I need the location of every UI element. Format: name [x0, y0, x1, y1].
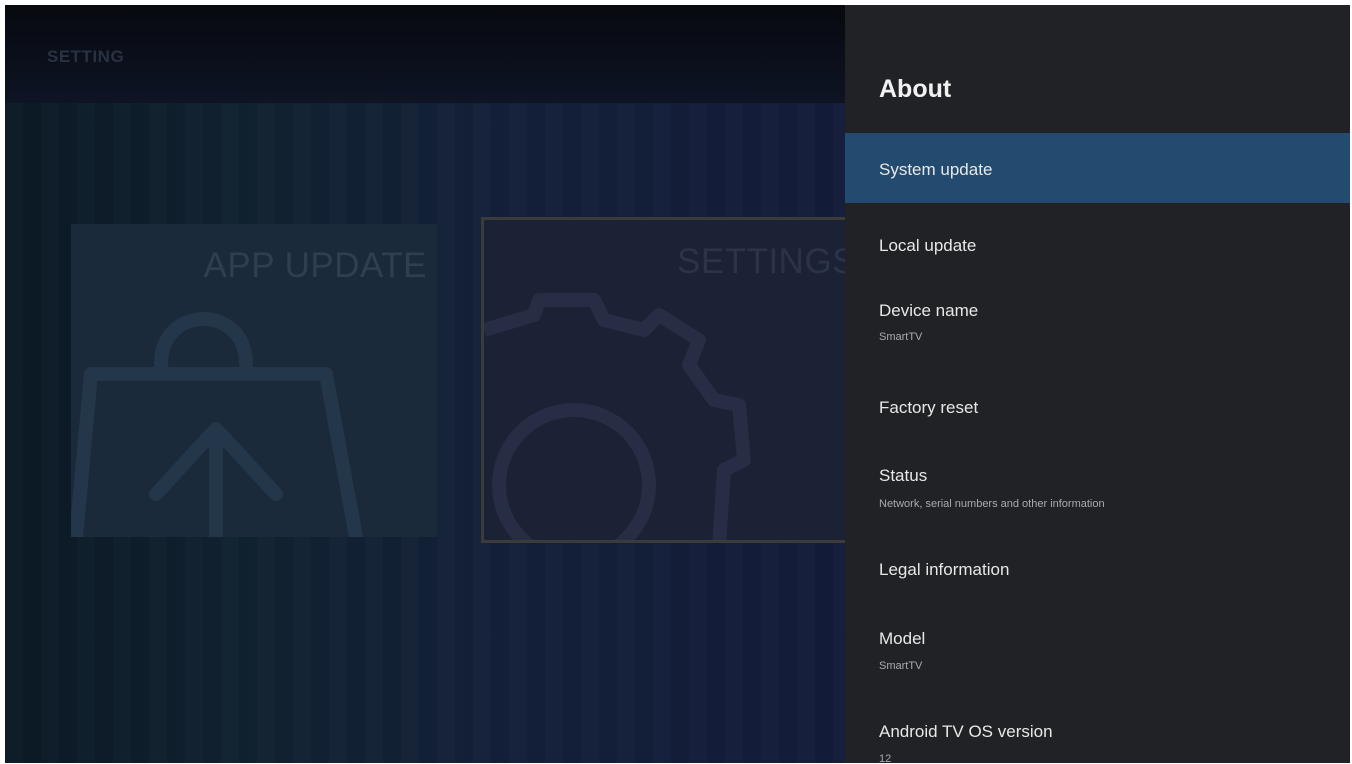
menu-item-sublabel: SmartTV: [879, 660, 923, 672]
tile-settings[interactable]: SETTINGS: [481, 217, 861, 543]
gear-icon: [484, 293, 751, 540]
menu-item-android-tv-os-version[interactable]: Android TV OS version 12: [845, 705, 1350, 763]
launcher-topbar: SETTING: [5, 5, 845, 103]
menu-item-factory-reset[interactable]: Factory reset: [845, 377, 1350, 439]
tile-app-update[interactable]: APP UPDATE: [71, 224, 437, 537]
menu-item-status[interactable]: Status Network, serial numbers and other…: [845, 449, 1350, 533]
menu-item-sublabel: Network, serial numbers and other inform…: [879, 498, 1105, 510]
menu-item-label: Factory reset: [879, 398, 979, 417]
menu-item-sublabel: SmartTV: [879, 331, 923, 343]
launcher-title: SETTING: [47, 47, 125, 66]
menu-item-label: Device name: [879, 301, 979, 320]
menu-item-device-name[interactable]: Device name SmartTV: [845, 283, 1350, 367]
menu-item-model[interactable]: Model SmartTV: [845, 613, 1350, 697]
menu-item-local-update[interactable]: Local update: [845, 213, 1350, 275]
menu-item-label: System update: [879, 160, 993, 179]
bag-upload-icon: [71, 312, 363, 537]
launcher-background: SETTING APP UPDATE SETTINGS: [5, 5, 861, 763]
menu-item-label: Legal information: [879, 560, 1010, 579]
menu-item-label: Local update: [879, 236, 977, 255]
panel-title: About: [879, 75, 952, 103]
menu-item-label: Model: [879, 629, 926, 648]
menu-item-system-update[interactable]: System update: [845, 133, 1350, 203]
about-panel: About System update Local update Device …: [845, 5, 1350, 763]
menu-item-label: Status: [879, 466, 928, 485]
menu-item-legal-information[interactable]: Legal information: [845, 541, 1350, 603]
tv-screen: SETTING APP UPDATE SETTINGS About System…: [5, 5, 1350, 763]
menu-item-sublabel: 12: [879, 753, 892, 763]
menu-item-label: Android TV OS version: [879, 722, 1053, 741]
